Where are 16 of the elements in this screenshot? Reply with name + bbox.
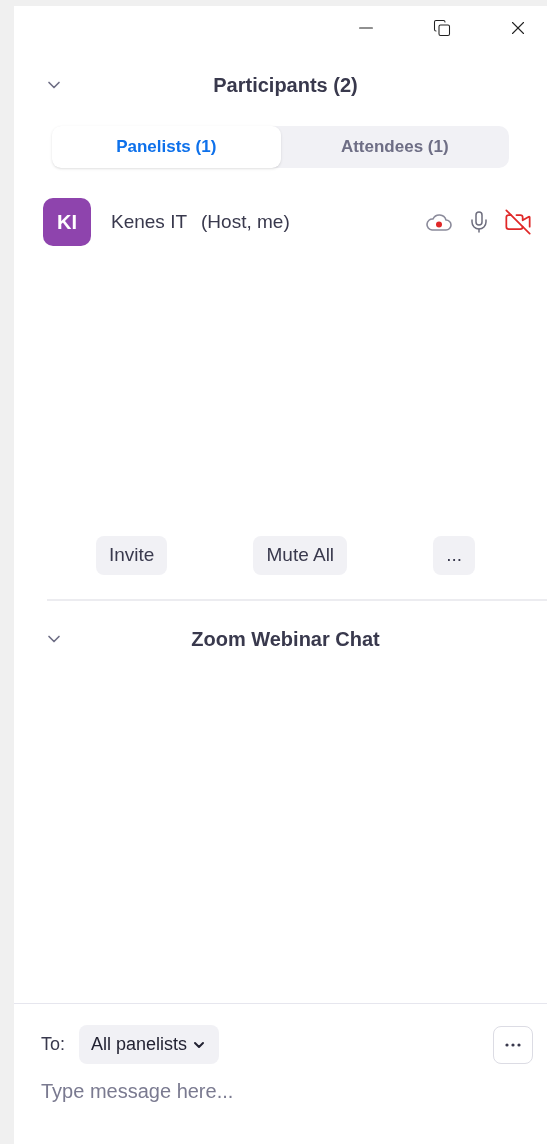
video-off-icon[interactable] [503, 208, 533, 236]
tab[interactable]: Panelists (1) [52, 126, 281, 168]
participants-title: Participants (2) [212, 73, 359, 98]
chat-title: Zoom Webinar Chat [190, 627, 381, 652]
tab[interactable]: Attendees (1) [280, 126, 509, 168]
recipient-dropdown[interactable]: All panelists [79, 1025, 220, 1064]
action-button[interactable]: Invite [96, 536, 168, 575]
participant-role: (Host, me) [201, 209, 290, 234]
avatar: KI [43, 198, 91, 246]
action-button[interactable]: Mute All [253, 536, 348, 575]
more-icon [505, 1042, 521, 1047]
message-input[interactable]: Type message here... [41, 1076, 520, 1106]
more-button[interactable]: ... [433, 536, 475, 575]
participant-name: Kenes IT [111, 209, 188, 234]
restore-icon[interactable] [433, 19, 451, 37]
to-label: To: [41, 1033, 65, 1056]
